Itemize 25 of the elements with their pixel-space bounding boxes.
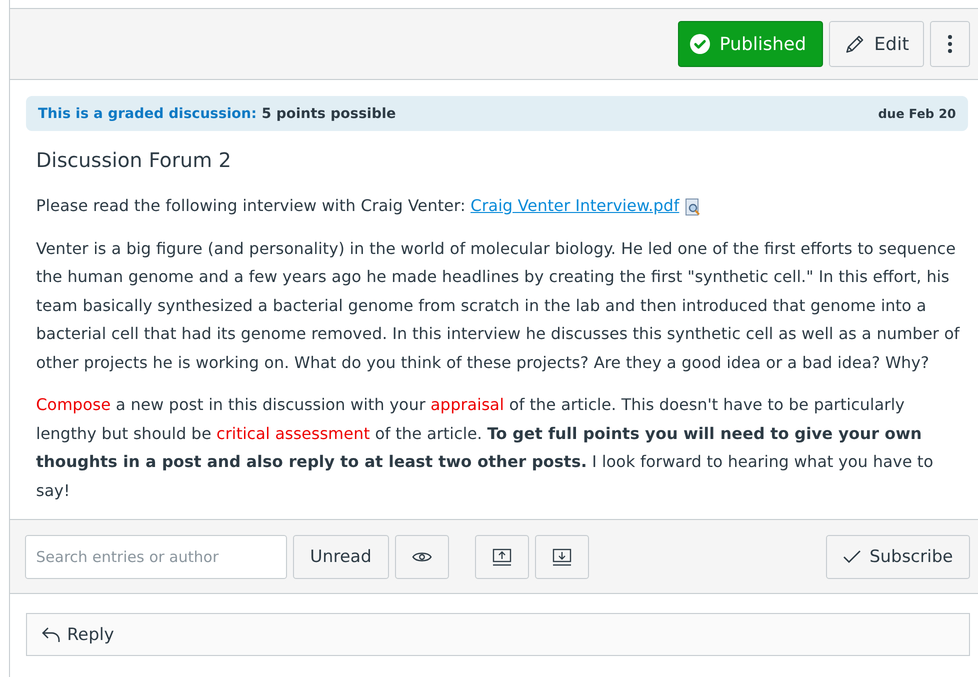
document-preview-icon[interactable] [685,198,702,216]
graded-notice: This is a graded discussion: 5 points possible [38,106,396,122]
search-field[interactable]: Search entries or author [25,534,287,578]
reply-arrow-icon [41,626,61,644]
more-options-button[interactable] [930,21,970,67]
discussion-title: Discussion Forum 2 [36,148,232,172]
due-date: due Feb 20 [878,106,956,121]
kebab-menu-icon [948,35,952,53]
instructions-paragraph: Compose a new post in this discussion with your appraisal of the article. This doesn't have to be particularly lengthy but should be critical assessment of the article. To get full points you will need to give your own thoughts in a post and also reply to at least two other posts. I look forward to hearing what you have to say! [36,394,934,502]
edit-button[interactable]: Edit [829,21,924,67]
eye-icon [412,550,432,562]
expand-button[interactable] [534,534,589,578]
upload-icon [492,548,512,566]
checkmark-icon [843,550,862,564]
check-circle-icon [689,33,712,55]
download-icon [552,548,572,566]
subscribe-button[interactable]: Subscribe [826,534,970,578]
published-button[interactable]: Published [678,21,824,67]
pdf-link[interactable]: Craig Venter Interview.pdf [470,196,680,215]
reply-button[interactable]: Reply [26,613,970,656]
unread-button[interactable]: Unread [293,534,389,578]
collapse-button[interactable] [474,534,529,578]
body-paragraph: Venter is a big figure (and personality) in the world of molecular biology. He led one of the first efforts to sequence the human genome and a few years ago he made headlines by creating the first "synthetic cell." In this effort, his team basically synthesized a bacterial genome from scratch in the lab and then introduced that genome into a bacterial cell that had its genome removed. In this interview he discusses this synthetic cell as well as a number of other projects he is working on. What do you think of these projects? Are they a good idea or a bad idea? Why? [36,238,961,374]
view-button[interactable] [394,534,449,578]
intro-text: Please read the following interview with Craig Venter: Craig Venter Interview.pdf [36,192,968,220]
